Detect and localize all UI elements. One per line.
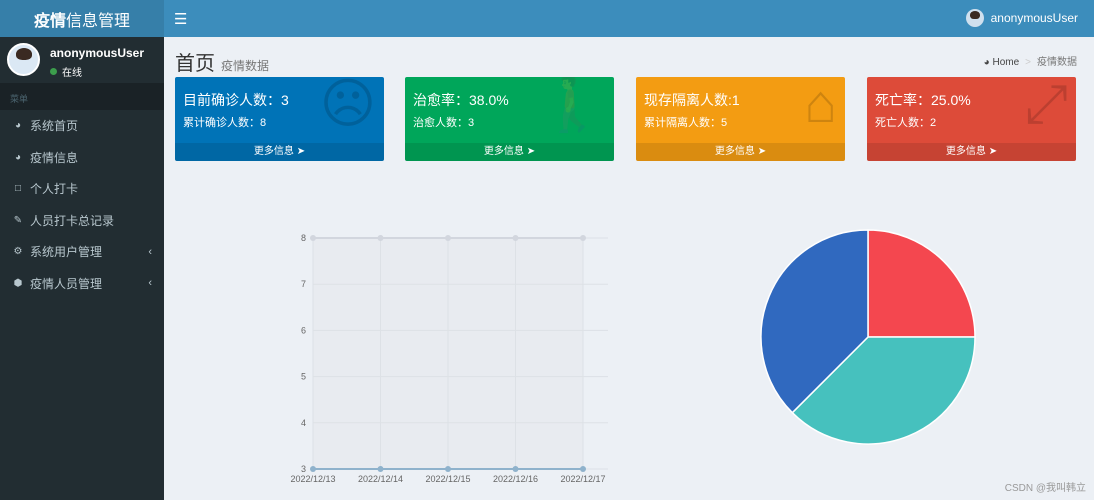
data-point <box>580 466 586 472</box>
card-subtitle: 累计确诊人数：8 <box>183 117 267 129</box>
status-dot-icon <box>50 68 57 75</box>
card-cure-rate: 治愈率：38.0% 治愈人数：3 🚶 更多信息 ➤ <box>405 77 614 161</box>
card-quarantine: 现存隔离人数:1 累计隔离人数：5 ⌂ 更多信息 ➤ <box>636 77 845 161</box>
x-tick-label: 2022/12/17 <box>560 474 605 484</box>
menu-header: 菜单 <box>0 83 164 110</box>
y-tick-label: 8 <box>301 233 306 243</box>
app-logo[interactable]: 疫情 信息管理 <box>0 0 164 37</box>
dashboard-icon: ◕ <box>14 120 22 132</box>
pie-slice <box>867 229 976 338</box>
x-tick-label: 2022/12/14 <box>358 474 403 484</box>
sidebar-item-user-management[interactable]: ⚙ 系统用户管理 ‹ <box>0 236 164 268</box>
arrow-circle-right-icon: ➤ <box>526 146 536 157</box>
y-tick-label: 7 <box>301 279 306 289</box>
data-point <box>377 235 384 241</box>
x-tick-label: 2022/12/13 <box>290 474 335 484</box>
more-info-label: 更多信息 <box>253 146 294 157</box>
card-title: 现存隔离人数:1 <box>644 92 740 108</box>
line-chart: 3 4 5 6 7 8 2022/12/13 2022/12/14 2022/12/15 2022… <box>290 233 608 484</box>
breadcrumb-separator: > <box>1025 57 1031 68</box>
sidebar: anonymousUser 在线 菜单 ◕ 系统首页 ◕ 疫情信息 □ 个人打卡 ✎ 人… <box>0 37 164 500</box>
data-point <box>512 235 519 241</box>
sidebar-item-personnel-management[interactable]: ⬢ 疫情人员管理 ‹ <box>0 268 164 300</box>
status-text: 在线 <box>62 68 82 79</box>
sidebar-item-label: 系统用户管理 <box>30 245 103 260</box>
sidebar-item-label: 系统首页 <box>30 119 79 134</box>
more-info-label: 更多信息 <box>483 146 524 157</box>
breadcrumb: ◕ Home > 疫情数据 <box>984 53 1077 68</box>
header-username: anonymousUser <box>990 11 1078 25</box>
top-navbar: ☰ anonymousUser <box>164 0 1094 37</box>
card-subtitle: 死亡人数：2 <box>875 117 937 129</box>
card-subtitle: 累计隔离人数：5 <box>644 117 728 129</box>
gears-icon: ⚙ <box>13 246 23 258</box>
data-point <box>580 235 586 241</box>
y-tick-label: 6 <box>301 325 306 335</box>
chevron-left-icon: ‹ <box>148 277 152 290</box>
card-title: 目前确诊人数：3 <box>183 92 289 108</box>
laptop-icon: □ <box>14 183 22 195</box>
page-title: 首页 疫情数据 <box>175 47 269 76</box>
user-panel: anonymousUser 在线 <box>0 37 164 83</box>
data-point <box>310 466 316 472</box>
sidebar-item-checkin[interactable]: □ 个人打卡 <box>0 173 164 205</box>
dashboard-icon: ◕ <box>14 151 22 163</box>
data-point <box>377 466 384 472</box>
arrow-circle-right-icon: ➤ <box>296 146 306 157</box>
data-point <box>310 235 316 241</box>
page-title-text: 首页 <box>175 53 215 75</box>
card-title: 死亡率：25.0% <box>875 92 971 108</box>
card-subtitle: 治愈人数：3 <box>413 117 475 129</box>
data-point <box>512 466 519 472</box>
home-icon: ⌂ <box>804 77 837 134</box>
data-point <box>445 466 451 472</box>
avatar <box>965 9 984 27</box>
more-info-label: 更多信息 <box>714 146 755 157</box>
online-status: 在线 <box>50 64 82 79</box>
y-tick-label: 5 <box>301 372 306 382</box>
more-info-label: 更多信息 <box>945 146 986 157</box>
more-info-link[interactable]: 更多信息 ➤ <box>636 143 845 161</box>
card-death-rate: 死亡率：25.0% 死亡人数：2 ⤢ 更多信息 ➤ <box>867 77 1076 161</box>
card-title: 治愈率：38.0% <box>413 92 509 108</box>
data-point <box>445 235 451 241</box>
x-tick-label: 2022/12/16 <box>493 474 538 484</box>
more-info-link[interactable]: 更多信息 ➤ <box>867 143 1076 161</box>
sidebar-item-label: 个人打卡 <box>30 182 79 197</box>
more-info-link[interactable]: 更多信息 ➤ <box>175 143 384 161</box>
sidebar-item-home[interactable]: ◕ 系统首页 <box>0 110 164 142</box>
sidebar-item-checkin-records[interactable]: ✎ 人员打卡总记录 <box>0 205 164 237</box>
sidebar-item-label: 疫情人员管理 <box>30 276 103 291</box>
page-subtitle: 疫情数据 <box>221 59 270 73</box>
sidebar-item-label: 人员打卡总记录 <box>30 213 115 228</box>
arrow-circle-right-icon: ➤ <box>988 146 998 157</box>
y-tick-label: 3 <box>301 464 306 474</box>
x-tick-label: 2022/12/15 <box>425 474 470 484</box>
card-current-confirmed: 目前确诊人数：3 累计确诊人数：8 ☹ 更多信息 ➤ <box>175 77 384 161</box>
user-menu[interactable]: anonymousUser <box>965 9 1078 27</box>
pie-chart <box>760 229 976 445</box>
avatar <box>7 43 40 76</box>
y-tick-label: 4 <box>301 418 306 428</box>
walking-icon: 🚶 <box>538 77 606 134</box>
sidebar-username: anonymousUser <box>50 46 145 60</box>
expand-icon: ⤢ <box>1024 77 1068 134</box>
frown-icon: ☹ <box>319 77 376 134</box>
more-info-link[interactable]: 更多信息 ➤ <box>405 143 614 161</box>
watermark: CSDN @我叫韩立 <box>1004 483 1086 494</box>
cube-icon: ⬢ <box>13 277 23 289</box>
logo-bold: 疫情 <box>33 12 66 30</box>
edit-icon: ✎ <box>13 214 23 226</box>
breadcrumb-home[interactable]: Home <box>992 57 1019 68</box>
chevron-left-icon: ‹ <box>148 245 152 258</box>
sidebar-item-label: 疫情信息 <box>30 150 79 165</box>
arrow-circle-right-icon: ➤ <box>757 146 767 157</box>
logo-rest: 信息管理 <box>66 12 131 30</box>
sidebar-toggle-icon[interactable]: ☰ <box>174 10 187 28</box>
breadcrumb-current: 疫情数据 <box>1037 57 1077 68</box>
sidebar-item-epidemic-info[interactable]: ◕ 疫情信息 <box>0 142 164 174</box>
